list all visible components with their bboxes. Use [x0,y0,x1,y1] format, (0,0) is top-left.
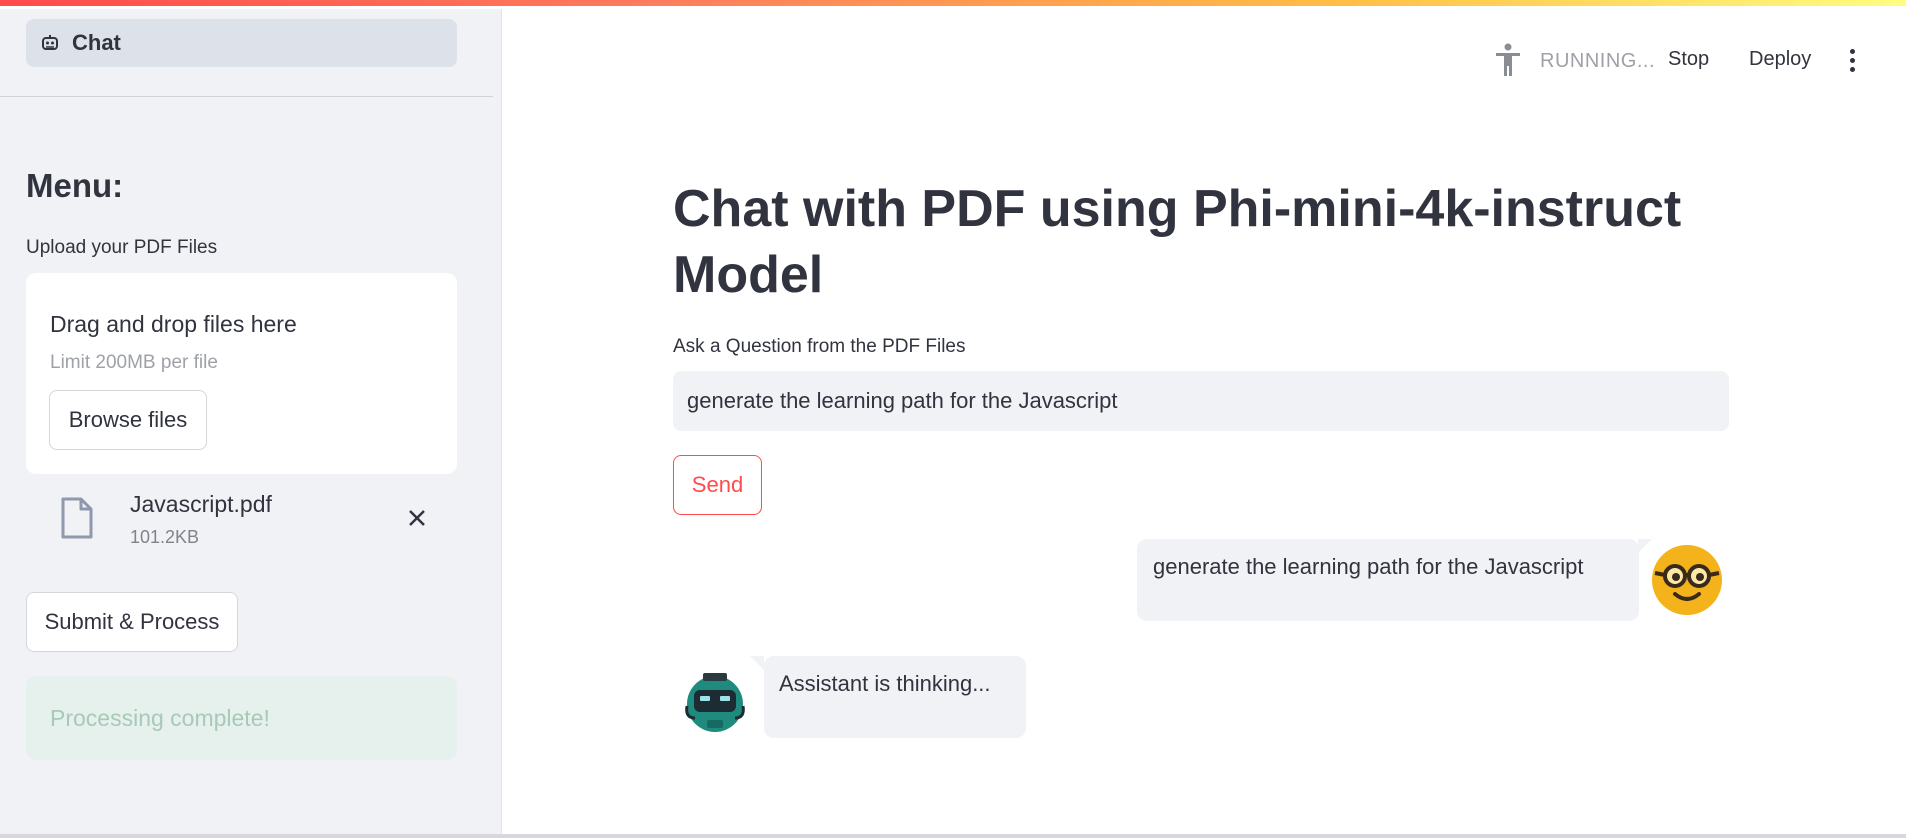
file-name: Javascript.pdf [130,491,272,517]
status-message: Processing complete! [26,676,457,760]
file-dropzone[interactable]: Drag and drop files here Limit 200MB per… [26,273,457,474]
page-title: Chat with PDF using Phi-mini-4k-instruct… [673,180,1682,304]
sidebar-item-chat[interactable]: Chat [26,19,457,67]
status-gradient-bar [0,0,1906,9]
file-icon [60,497,94,539]
dropzone-title: Drag and drop files here [50,311,297,337]
upload-label: Upload your PDF Files [26,237,218,258]
submit-process-button[interactable]: Submit & Process [26,592,238,652]
assistant-message: Assistant is thinking... [750,656,1026,738]
more-menu-icon[interactable] [1840,44,1864,76]
deploy-button[interactable]: Deploy [1749,48,1811,71]
stop-button[interactable]: Stop [1668,48,1709,71]
nerd-face-icon [1651,544,1723,616]
question-input[interactable] [673,371,1729,431]
running-man-icon [1493,43,1523,77]
running-status: RUNNING... [1540,50,1655,72]
user-message: generate the learning path for the Javas… [1137,539,1652,621]
browse-files-button[interactable]: Browse files [49,390,207,450]
menu-heading: Menu: [26,167,124,204]
sidebar-item-label: Chat [72,30,121,55]
question-label: Ask a Question from the PDF Files [673,336,966,357]
robot-avatar-icon [683,670,747,734]
close-icon[interactable] [402,503,432,533]
file-size: 101.2KB [130,527,200,547]
bottom-border [0,834,1906,838]
send-button[interactable]: Send [673,455,762,515]
dropzone-limit: Limit 200MB per file [50,352,218,373]
sidebar-divider [0,96,493,97]
robot-icon [38,31,62,55]
uploaded-file: Javascript.pdf 101.2KB [26,487,457,557]
sidebar: Chat Menu: Upload your PDF Files Drag an… [0,9,502,838]
